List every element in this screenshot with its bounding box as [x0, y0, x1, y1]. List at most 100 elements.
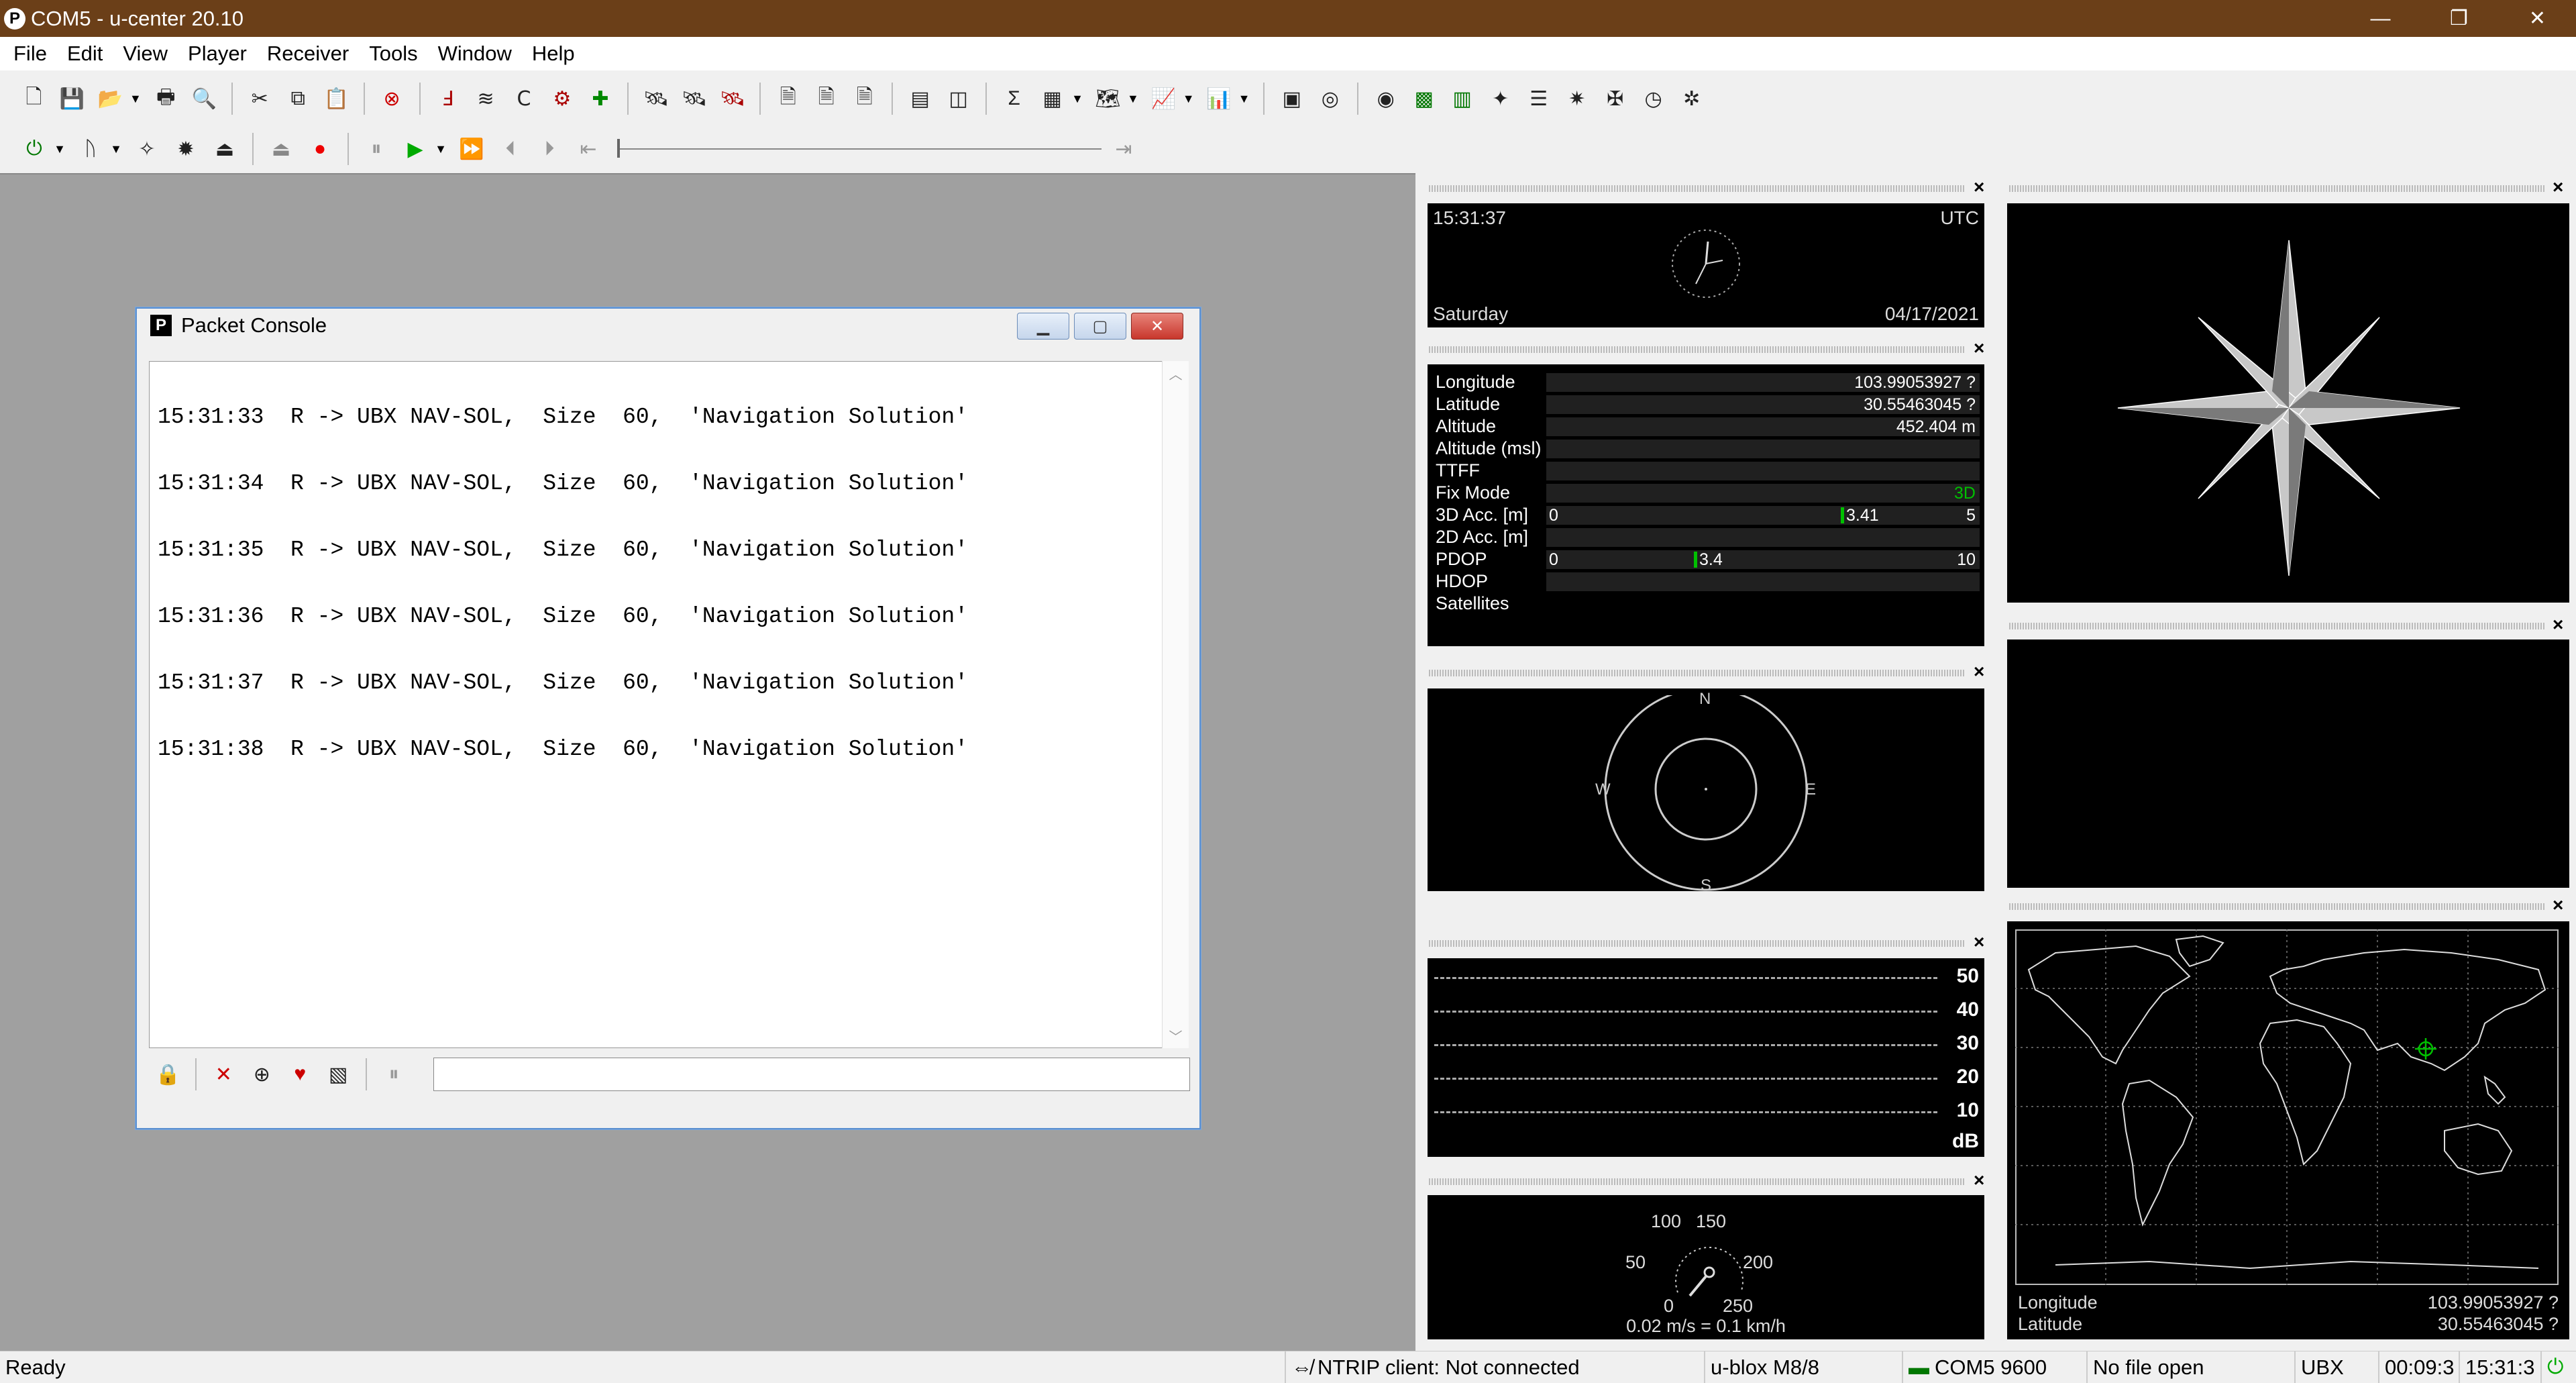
pause-icon[interactable]: ⏸	[361, 134, 392, 164]
split-view-icon[interactable]: ◫	[943, 83, 973, 114]
connection-dropdown-icon[interactable]: ▼	[54, 134, 66, 164]
pane-grip[interactable]	[2009, 903, 2546, 910]
autobaud-icon[interactable]: ✧	[131, 134, 162, 164]
compass-close-icon[interactable]: ×	[2553, 176, 2563, 198]
menu-file[interactable]: File	[13, 42, 47, 66]
console-close-button[interactable]: ✕	[1131, 313, 1183, 340]
poll-icon[interactable]: ⏏	[209, 134, 240, 164]
map-dropdown-icon[interactable]: ▼	[1127, 83, 1139, 114]
speed-view-close-icon[interactable]: ×	[1974, 1170, 1984, 1191]
baudrate-dropdown-icon[interactable]: ▼	[110, 134, 122, 164]
clock-view-icon[interactable]: ◷	[1638, 83, 1668, 114]
map-view-icon[interactable]: ✠	[1600, 83, 1630, 114]
data-view-close-icon[interactable]: ×	[1974, 338, 1984, 359]
menu-player[interactable]: Player	[188, 42, 247, 66]
packet-log[interactable]: 15:31:33 R -> UBX NAV-SOL, Size 60, 'Nav…	[149, 361, 1181, 1048]
sum-icon[interactable]: Σ	[999, 83, 1029, 114]
menu-view[interactable]: View	[123, 42, 168, 66]
go-to-end-icon[interactable]: ⇥	[1108, 134, 1139, 164]
histogram-dropdown-icon[interactable]: ▼	[1238, 83, 1250, 114]
connection-icon[interactable]: ⏻	[19, 134, 50, 164]
menu-help[interactable]: Help	[532, 42, 575, 66]
paste-icon[interactable]: 📋	[321, 83, 352, 114]
record-icon[interactable]: ●	[305, 134, 335, 164]
new-file-icon[interactable]: 🗋	[19, 83, 49, 114]
playback-slider[interactable]	[614, 134, 1104, 164]
print-preview-icon[interactable]: 🔍	[189, 83, 219, 114]
pane-grip[interactable]	[1429, 940, 1966, 947]
map-icon[interactable]: 🗺	[1093, 83, 1123, 114]
pane-grip[interactable]	[1429, 185, 1966, 192]
console-maximize-button[interactable]: ▢	[1074, 313, 1126, 340]
fast-forward-icon[interactable]: ⏩	[456, 134, 487, 164]
packet-console-window[interactable]: P Packet Console ▁ ▢ ✕ 15:31:33 R -> UBX…	[136, 307, 1201, 1129]
baudrate-icon[interactable]: ᚢ	[75, 134, 106, 164]
table-view-icon[interactable]: ▤	[905, 83, 935, 114]
satellite-icon[interactable]: 🛰	[641, 83, 671, 114]
console-command-input[interactable]	[433, 1058, 1190, 1091]
compass-view-icon[interactable]: ◉	[1371, 83, 1401, 114]
layout-icon[interactable]: ▦	[1037, 83, 1067, 114]
monitor-icon[interactable]: ▣	[1277, 83, 1307, 114]
lock-icon[interactable]: 🔒	[153, 1059, 183, 1090]
deviation-map-icon[interactable]: ▩	[1409, 83, 1439, 114]
favorite-icon[interactable]: ♥	[285, 1059, 315, 1090]
close-button[interactable]: ✕	[2498, 0, 2576, 37]
compass-rose-icon[interactable]: ✷	[1562, 83, 1592, 114]
copy-icon[interactable]: ⧉	[283, 83, 313, 114]
step-back-icon[interactable]: ⏴	[495, 134, 526, 164]
scroll-up-icon[interactable]: ︿	[1163, 364, 1189, 383]
clock-close-icon[interactable]: ×	[1974, 176, 1984, 198]
chart-icon[interactable]: 📈	[1148, 83, 1179, 114]
step-forward-icon[interactable]: ⏵	[534, 134, 565, 164]
menu-edit[interactable]: Edit	[67, 42, 103, 66]
pane-grip[interactable]	[2009, 623, 2546, 629]
pane-grip[interactable]	[1429, 1178, 1966, 1185]
restore-button[interactable]: ❐	[2420, 0, 2498, 37]
filter-icon[interactable]: ⊕	[247, 1059, 277, 1090]
messages-icon[interactable]: ⚙	[547, 83, 578, 114]
minimize-button[interactable]: —	[2341, 0, 2420, 37]
status-ntrip[interactable]: ⇎ NTRIP client: Not connected	[1285, 1351, 1664, 1383]
chart-dropdown-icon[interactable]: ▼	[1183, 83, 1195, 114]
play-dropdown-icon[interactable]: ▼	[435, 134, 447, 164]
save-icon[interactable]: 💾	[57, 83, 87, 114]
speedometer-view-icon[interactable]: ✲	[1676, 83, 1707, 114]
pause-log-icon[interactable]: ⏸	[379, 1059, 409, 1090]
statistics-icon[interactable]: ✚	[585, 83, 615, 114]
histogram-icon[interactable]: 📊	[1204, 83, 1234, 114]
print-icon[interactable]: 🖶	[151, 83, 181, 114]
menu-window[interactable]: Window	[438, 42, 512, 66]
console-minimize-button[interactable]: ▁	[1017, 313, 1069, 340]
signal-view-close-icon[interactable]: ×	[1974, 931, 1984, 953]
menu-tools[interactable]: Tools	[369, 42, 417, 66]
empty-pane-close-icon[interactable]: ×	[2553, 614, 2563, 635]
menu-receiver[interactable]: Receiver	[267, 42, 349, 66]
doc-settings-icon[interactable]: 🗎	[849, 83, 879, 114]
sky-view-icon[interactable]: ◎	[1315, 83, 1345, 114]
scroll-down-icon[interactable]: ﹀	[1163, 1026, 1189, 1045]
open-folder-icon[interactable]: 📂	[95, 83, 125, 114]
waveform-icon[interactable]: ≋	[471, 83, 501, 114]
layout-dropdown-icon[interactable]: ▼	[1071, 83, 1083, 114]
pane-grip[interactable]	[2009, 185, 2546, 192]
play-icon[interactable]: ▶	[400, 134, 431, 164]
sky-view-close-icon[interactable]: ×	[1974, 661, 1984, 682]
hex-view-icon[interactable]: Ⅎ	[433, 83, 463, 114]
world-map-view-icon[interactable]: ✦	[1485, 83, 1515, 114]
data-view-icon[interactable]: ☰	[1523, 83, 1554, 114]
console-scrollbar[interactable]: ︿ ﹀	[1162, 361, 1189, 1048]
export-icon[interactable]: ▧	[323, 1059, 354, 1090]
world-map-close-icon[interactable]: ×	[2553, 894, 2563, 916]
satellite-reset-icon[interactable]: 🛰	[717, 83, 747, 114]
doc-link-icon[interactable]: 🗎	[811, 83, 841, 114]
eject-icon[interactable]: ⏏	[266, 134, 297, 164]
pane-grip[interactable]	[1429, 670, 1966, 676]
status-port[interactable]: ▬ COM5 9600	[1902, 1351, 2086, 1383]
config-icon[interactable]: Ⅽ	[509, 83, 539, 114]
delete-icon[interactable]: ✕	[209, 1059, 239, 1090]
satellite-config-icon[interactable]: 🛰	[679, 83, 709, 114]
cut-icon[interactable]: ✂	[245, 83, 275, 114]
pane-grip[interactable]	[1429, 346, 1966, 353]
clear-icon[interactable]: ⊗	[377, 83, 407, 114]
